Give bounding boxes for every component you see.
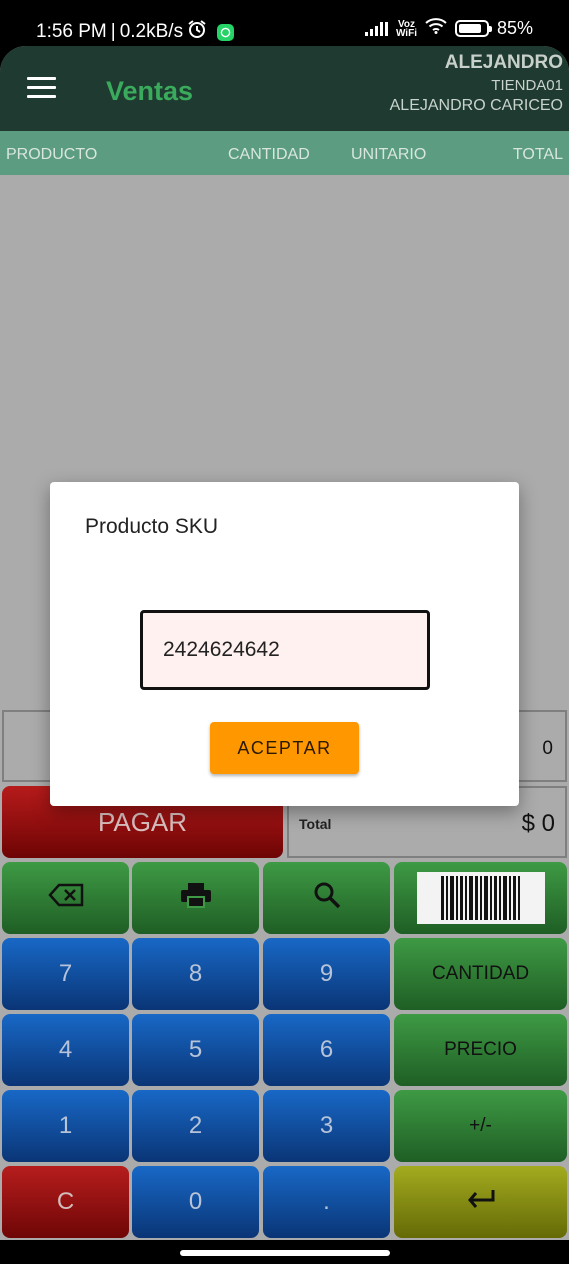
battery-percent: 85% [496,18,533,38]
key-2[interactable]: 2 [132,1090,259,1162]
print-icon [180,882,212,915]
sales-screen: Ventas ALEJANDRO TIENDA01 ALEJANDRO CARI… [0,46,569,1240]
signal-icon [364,21,388,36]
key-6[interactable]: 6 [263,1014,390,1086]
barcode-scan-button[interactable] [394,862,567,934]
backspace-icon [47,883,84,914]
column-cantidad: CANTIDAD [228,146,310,163]
decimal-button[interactable]: . [263,1166,390,1238]
sku-dialog: Producto SKU ACEPTAR [50,482,519,806]
hamburger-menu-icon[interactable] [27,77,56,99]
page-title: Ventas [106,76,194,106]
enter-icon [465,1188,497,1216]
total-value: $ 0 [521,810,555,837]
key-9[interactable]: 9 [263,938,390,1010]
user-info: ALEJANDRO TIENDA01 ALEJANDRO CARICEO [390,52,563,115]
battery-icon [454,20,492,37]
key-0[interactable]: 0 [132,1166,259,1238]
clear-button[interactable]: C [2,1166,129,1238]
accept-button[interactable]: ACEPTAR [210,722,359,774]
status-bar: 1:56 PM | 0.2kB/s Voz WiFi 85% [0,0,569,48]
key-8[interactable]: 8 [132,938,259,1010]
enter-button[interactable] [394,1166,567,1238]
print-button[interactable] [132,862,259,934]
barcode-icon [416,872,545,924]
precio-button[interactable]: PRECIO [394,1014,567,1086]
status-time: 1:56 PM [36,21,107,42]
total-label: Total [299,816,332,832]
status-separator: | [110,21,116,42]
column-unitario: UNITARIO [351,146,427,163]
whatsapp-icon [217,23,235,41]
voz-wifi-label: Voz WiFi [395,18,417,39]
user-name: ALEJANDRO [444,52,563,73]
store-name: TIENDA01 [491,77,563,94]
status-net-speed: 0.2kB/s [119,21,184,42]
search-icon [313,881,341,916]
sku-input[interactable] [140,610,430,690]
quantity-value: 0 [542,738,553,759]
sign-toggle-button[interactable]: +/- [394,1090,567,1162]
column-producto: PRODUCTO [6,146,98,163]
key-3[interactable]: 3 [263,1090,390,1162]
app-header: Ventas ALEJANDRO TIENDA01 ALEJANDRO CARI… [0,46,569,131]
wifi-icon [425,18,447,39]
cantidad-button[interactable]: CANTIDAD [394,938,567,1010]
search-button[interactable] [263,862,390,934]
user-full-name: ALEJANDRO CARICEO [389,97,563,114]
alarm-icon [187,19,207,45]
table-column-header: PRODUCTO CANTIDAD UNITARIO TOTAL [0,131,569,175]
key-1[interactable]: 1 [2,1090,129,1162]
key-4[interactable]: 4 [2,1014,129,1086]
dialog-title: Producto SKU [85,515,219,538]
column-total: TOTAL [512,146,563,163]
key-7[interactable]: 7 [2,938,129,1010]
backspace-button[interactable] [2,862,129,934]
home-indicator[interactable] [180,1250,390,1256]
key-5[interactable]: 5 [132,1014,259,1086]
